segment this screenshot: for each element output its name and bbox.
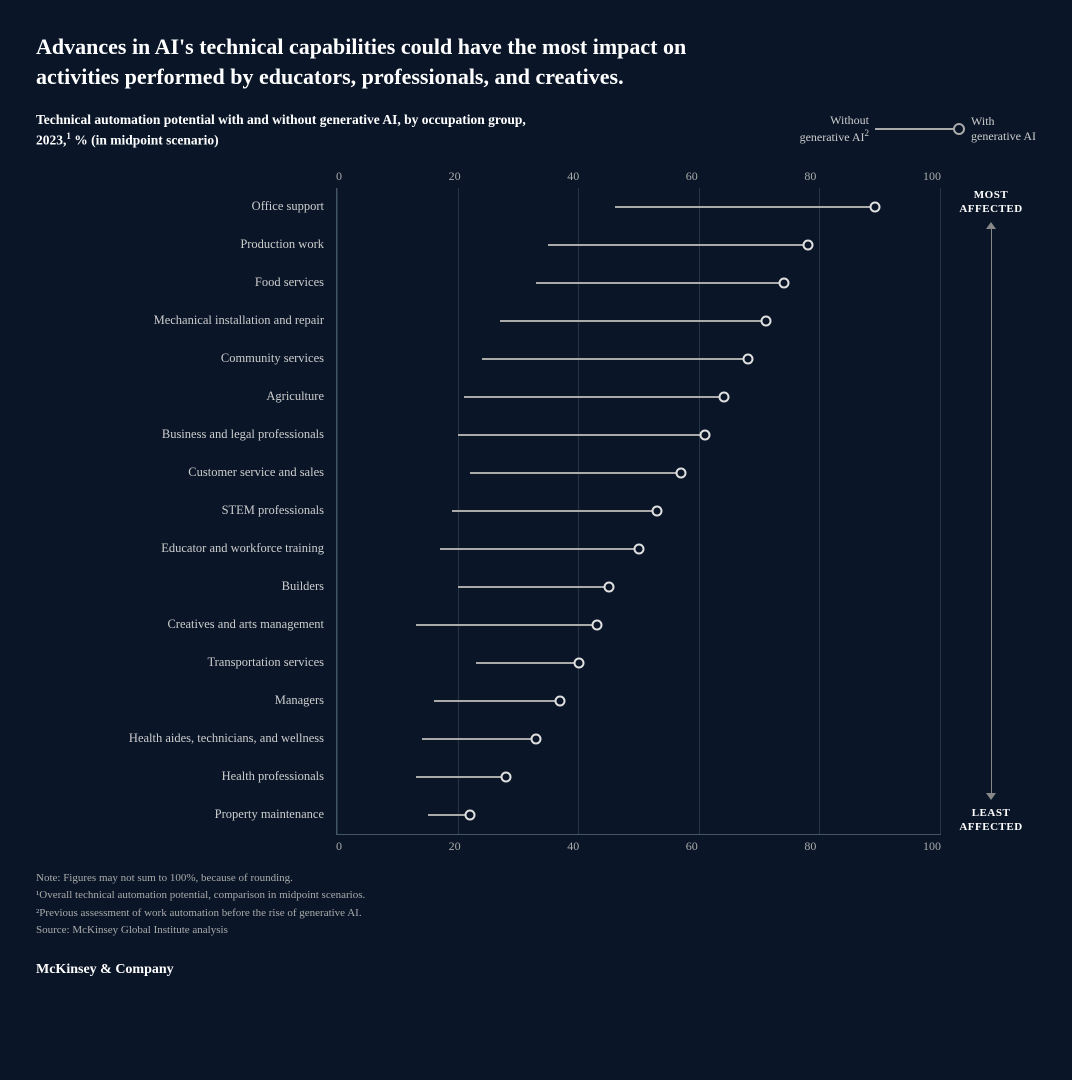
with-ai-dot xyxy=(652,505,663,516)
y-label: Mechanical installation and repair xyxy=(36,302,336,340)
bar-line xyxy=(416,776,507,778)
with-ai-dot xyxy=(555,695,566,706)
with-ai-dot xyxy=(760,315,771,326)
chart-row xyxy=(337,340,941,378)
y-label: Educator and workforce training xyxy=(36,530,336,568)
bar-line xyxy=(470,472,681,474)
most-affected-label: MOSTAFFECTED xyxy=(959,188,1022,217)
bar-line xyxy=(548,244,808,246)
y-label: Agriculture xyxy=(36,378,336,416)
notes: Note: Figures may not sum to 100%, becau… xyxy=(36,870,1036,940)
with-ai-dot xyxy=(778,277,789,288)
y-label: Builders xyxy=(36,568,336,606)
chart-area: 020406080100 Office supportProduction wo… xyxy=(36,169,1036,854)
y-label: Customer service and sales xyxy=(36,454,336,492)
legend-without-label: Withoutgenerative AI2 xyxy=(800,113,869,145)
chart-row xyxy=(337,416,941,454)
bar-line xyxy=(615,206,875,208)
y-labels: Office supportProduction workFood servic… xyxy=(36,188,336,835)
with-ai-dot xyxy=(531,733,542,744)
note-line: Note: Figures may not sum to 100%, becau… xyxy=(36,870,1036,888)
plot-area xyxy=(336,188,941,835)
subtitle-row: Technical automation potential with and … xyxy=(36,111,1036,150)
bar-line xyxy=(458,434,706,436)
chart-row xyxy=(337,264,941,302)
with-ai-dot xyxy=(718,391,729,402)
chart-main: Office supportProduction workFood servic… xyxy=(36,188,1036,835)
with-ai-dot xyxy=(803,239,814,250)
note-line: ²Previous assessment of work automation … xyxy=(36,905,1036,923)
with-ai-dot xyxy=(603,581,614,592)
chart-rows xyxy=(337,188,941,834)
chart-row xyxy=(337,796,941,834)
y-label: Health aides, technicians, and wellness xyxy=(36,720,336,758)
chart-row xyxy=(337,302,941,340)
chart-row xyxy=(337,492,941,530)
chart-subtitle: Technical automation potential with and … xyxy=(36,111,556,150)
chart-row xyxy=(337,720,941,758)
y-label: Business and legal professionals xyxy=(36,416,336,454)
chart-row xyxy=(337,568,941,606)
main-title: Advances in AI's technical capabilities … xyxy=(36,32,756,91)
bar-line xyxy=(416,624,597,626)
bar-line xyxy=(464,396,724,398)
with-ai-dot xyxy=(869,201,880,212)
y-label: Managers xyxy=(36,682,336,720)
chart-row xyxy=(337,758,941,796)
with-ai-dot xyxy=(742,353,753,364)
bar-line xyxy=(440,548,639,550)
bar-line xyxy=(458,586,609,588)
bar-line xyxy=(422,738,537,740)
y-label: Food services xyxy=(36,264,336,302)
y-label: Creatives and arts management xyxy=(36,606,336,644)
with-ai-dot xyxy=(700,429,711,440)
bar-line xyxy=(500,320,766,322)
chart-row xyxy=(337,606,941,644)
legend: Withoutgenerative AI2 Withgenerative AI xyxy=(800,113,1036,145)
bar-line xyxy=(476,662,579,664)
with-ai-dot xyxy=(464,809,475,820)
y-label: Community services xyxy=(36,340,336,378)
chart-row xyxy=(337,454,941,492)
bar-line xyxy=(452,510,657,512)
with-ai-dot xyxy=(573,657,584,668)
with-ai-dot xyxy=(676,467,687,478)
y-label: Property maintenance xyxy=(36,796,336,834)
y-label: STEM professionals xyxy=(36,492,336,530)
x-axis-top: 020406080100 xyxy=(336,169,941,184)
chart-row xyxy=(337,644,941,682)
y-label: Production work xyxy=(36,226,336,264)
y-label: Health professionals xyxy=(36,758,336,796)
bar-line xyxy=(434,700,561,702)
bar-line xyxy=(482,358,748,360)
chart-row xyxy=(337,530,941,568)
chart-row xyxy=(337,682,941,720)
chart-row xyxy=(337,378,941,416)
chart-row xyxy=(337,188,941,226)
brand: McKinsey & Company xyxy=(36,962,1036,978)
legend-with-label: Withgenerative AI xyxy=(971,114,1036,144)
with-ai-dot xyxy=(591,619,602,630)
with-ai-dot xyxy=(501,771,512,782)
chart-row xyxy=(337,226,941,264)
y-label: Office support xyxy=(36,188,336,226)
bar-line xyxy=(536,282,784,284)
least-affected-label: LEASTAFFECTED xyxy=(959,806,1022,835)
note-line: Source: McKinsey Global Institute analys… xyxy=(36,922,1036,940)
note-line: ¹Overall technical automation potential,… xyxy=(36,887,1036,905)
x-axis-bottom: 020406080100 xyxy=(336,839,941,854)
y-label: Transportation services xyxy=(36,644,336,682)
with-ai-dot xyxy=(634,543,645,554)
